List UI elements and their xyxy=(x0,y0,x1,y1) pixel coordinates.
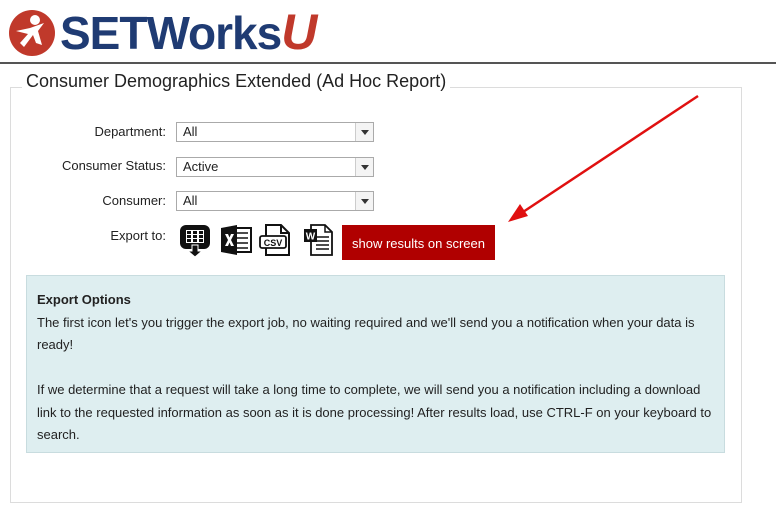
annotation-arrow-icon xyxy=(508,94,699,222)
export-options-text-1: The first icon let's you trigger the exp… xyxy=(37,314,695,353)
logo-text: SETWorksU xyxy=(60,4,317,60)
excel-icon[interactable] xyxy=(219,223,253,257)
logo-accent: U xyxy=(281,4,317,60)
chevron-down-icon[interactable] xyxy=(355,123,373,141)
export-options-box: Export Options The first icon let's you … xyxy=(26,275,725,453)
department-value: All xyxy=(183,124,198,139)
svg-text:CSV: CSV xyxy=(264,238,283,248)
consumer-status-select[interactable]: Active xyxy=(176,157,374,177)
export-options-heading: Export Options xyxy=(37,292,131,307)
department-select[interactable]: All xyxy=(176,122,374,142)
consumer-status-label: Consumer Status: xyxy=(61,158,166,173)
page-title: Consumer Demographics Extended (Ad Hoc R… xyxy=(22,71,451,92)
consumer-status-value: Active xyxy=(183,159,219,174)
svg-text:W: W xyxy=(306,232,316,243)
consumer-value: All xyxy=(183,193,198,208)
consumer-label: Consumer: xyxy=(102,193,166,208)
logo-icon xyxy=(9,10,55,56)
show-results-button[interactable]: show results on screen xyxy=(342,225,495,260)
chevron-down-icon[interactable] xyxy=(355,158,373,176)
export-label: Export to: xyxy=(110,228,166,243)
export-job-icon[interactable] xyxy=(178,223,212,257)
csv-icon[interactable]: CSV xyxy=(259,223,293,257)
export-options-text-2: If we determine that a request will take… xyxy=(37,382,712,442)
header: SETWorksU xyxy=(0,0,776,64)
department-label: Department: xyxy=(94,124,166,139)
consumer-select[interactable]: All xyxy=(176,191,374,211)
chevron-down-icon[interactable] xyxy=(355,192,373,210)
word-icon[interactable]: W xyxy=(301,223,335,257)
